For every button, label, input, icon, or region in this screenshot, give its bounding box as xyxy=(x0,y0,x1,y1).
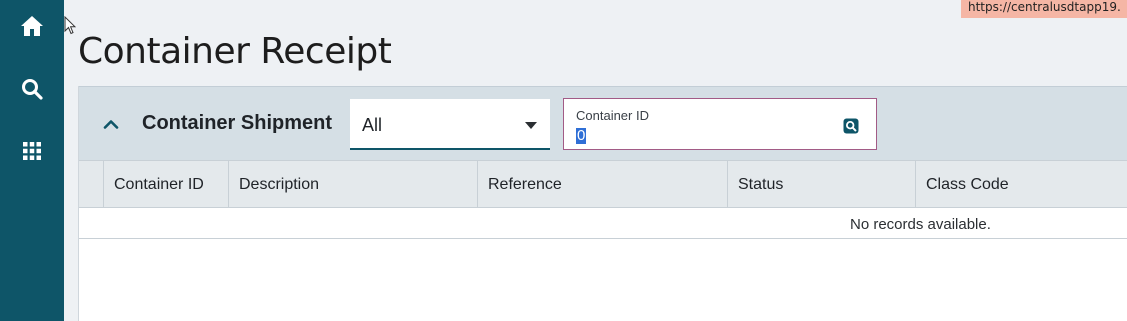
left-nav xyxy=(0,0,64,321)
apps-button[interactable] xyxy=(0,129,64,173)
home-button[interactable] xyxy=(0,4,64,48)
search-icon xyxy=(843,118,859,134)
column-header-select[interactable] xyxy=(79,161,104,208)
column-header-container-id[interactable]: Container ID xyxy=(104,161,229,208)
search-icon xyxy=(22,79,43,100)
column-header-reference[interactable]: Reference xyxy=(478,161,728,208)
chevron-up-icon xyxy=(103,120,119,129)
shipment-filter-select[interactable]: All xyxy=(350,99,550,150)
container-id-search-button[interactable] xyxy=(841,116,861,136)
search-nav-button[interactable] xyxy=(0,67,64,111)
panel-header: Container Shipment All Container ID 0 xyxy=(79,86,1127,161)
filter-selected-value: All xyxy=(362,115,383,135)
empty-grid-row: No records available. xyxy=(79,208,1127,239)
column-header-description[interactable]: Description xyxy=(229,161,478,208)
home-icon xyxy=(21,16,43,36)
container-id-label: Container ID xyxy=(576,108,649,123)
column-header-status[interactable]: Status xyxy=(728,161,916,208)
collapse-button[interactable] xyxy=(101,114,121,134)
container-shipment-panel: Container Shipment All Container ID 0 Co… xyxy=(78,86,1127,321)
page-title: Container Receipt xyxy=(78,31,392,72)
caret-down-icon xyxy=(525,122,537,129)
apps-grid-icon xyxy=(23,142,41,160)
container-id-field[interactable]: Container ID 0 xyxy=(563,98,877,150)
column-header-class-code[interactable]: Class Code xyxy=(916,161,1127,208)
no-records-message: No records available. xyxy=(850,216,991,233)
grid-header: Container ID Description Reference Statu… xyxy=(79,160,1127,208)
container-id-input[interactable]: 0 xyxy=(576,128,587,144)
panel-title: Container Shipment xyxy=(142,112,333,134)
url-tooltip: https://centralusdtapp19. xyxy=(961,0,1127,18)
mouse-pointer-icon xyxy=(64,16,76,35)
